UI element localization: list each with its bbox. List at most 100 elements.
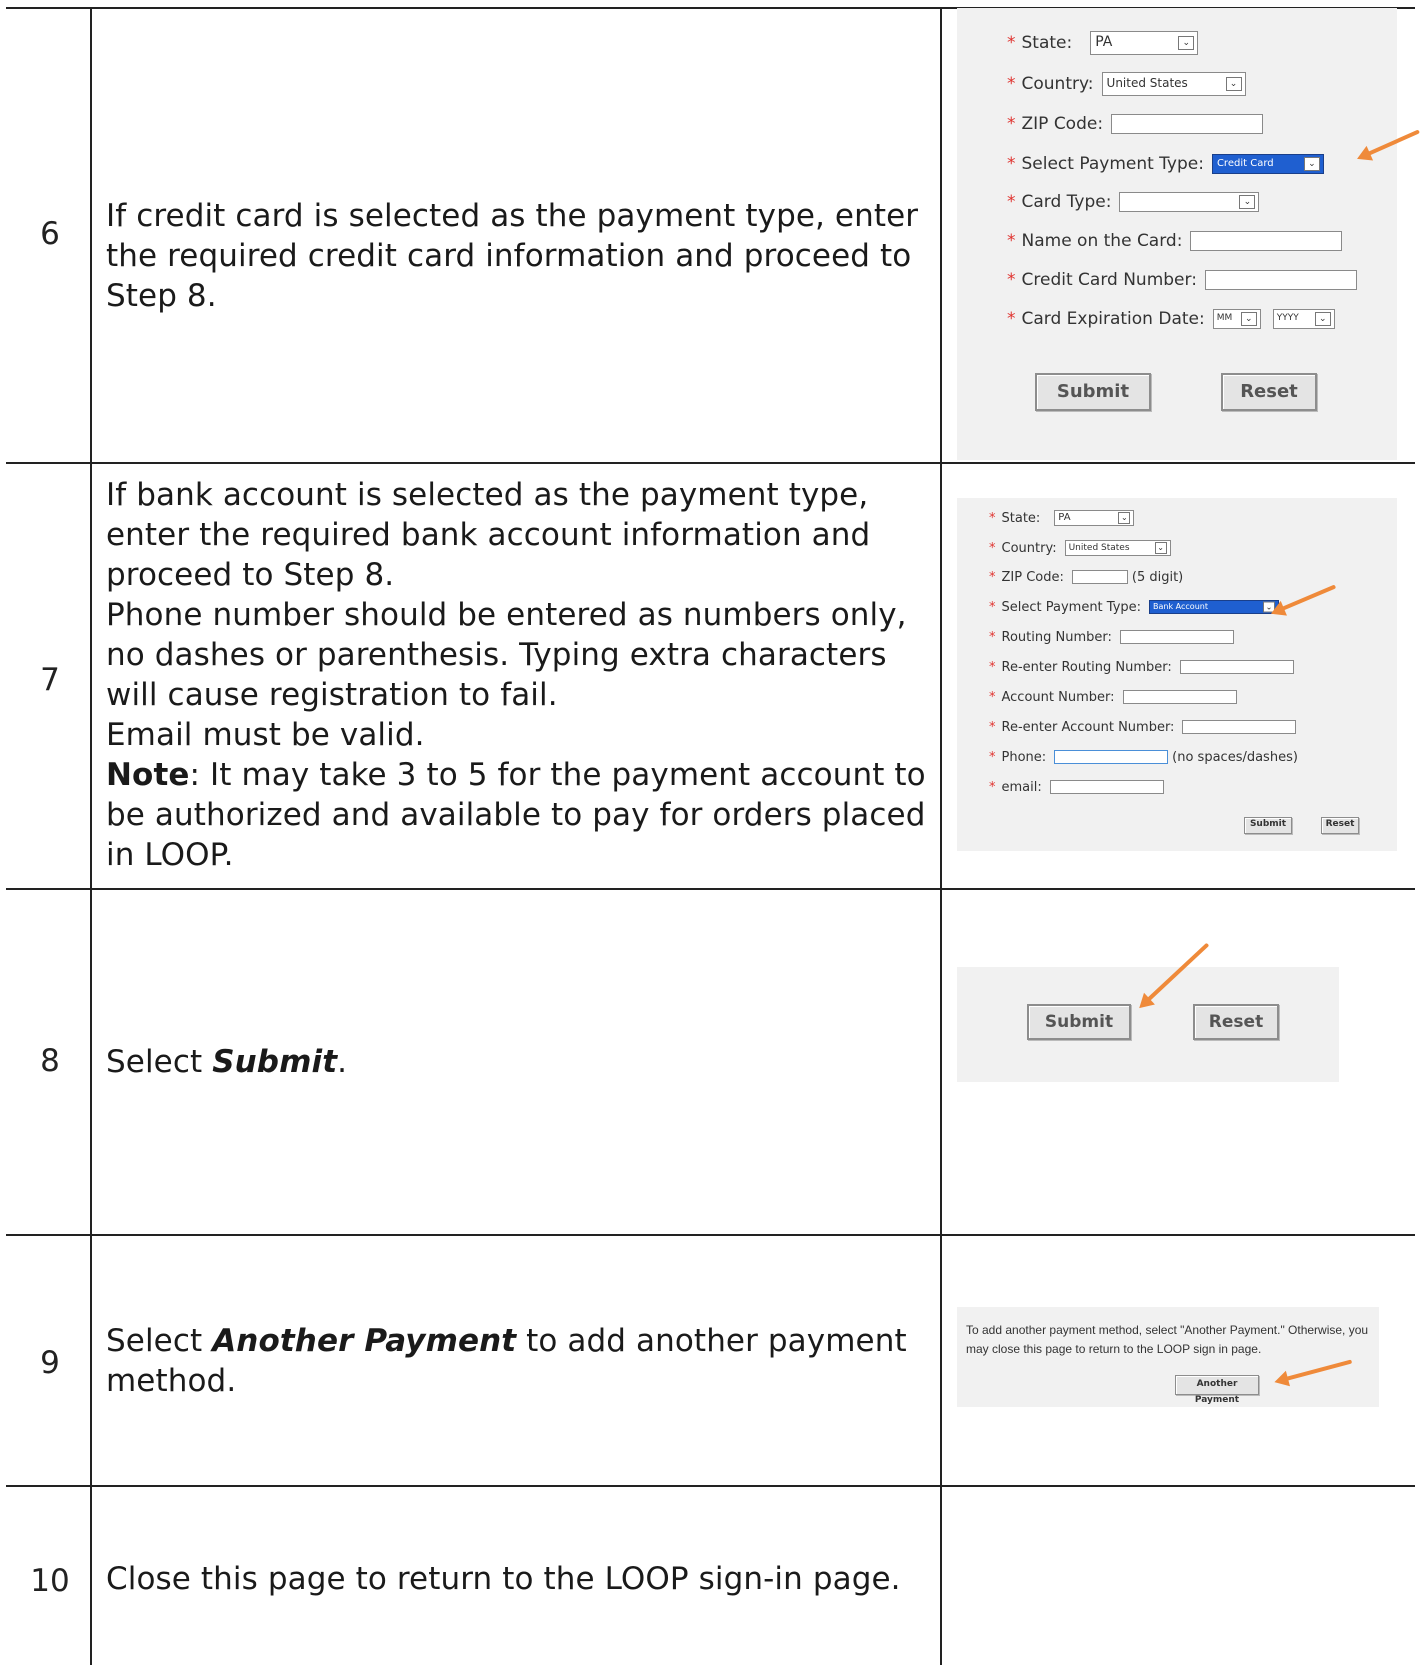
column-divider xyxy=(940,8,942,1665)
step-description: If bank account is selected as the payme… xyxy=(106,475,936,875)
email-label: email: xyxy=(1001,779,1042,795)
account-confirm-row: * Re-enter Account Number: xyxy=(989,718,1297,736)
required-asterisk: * xyxy=(989,749,996,765)
reset-button[interactable]: Reset xyxy=(1193,1004,1279,1040)
name-label: Name on the Card: xyxy=(1021,231,1183,251)
name-row: * Name on the Card: xyxy=(1007,228,1343,254)
expiry-month-value: MM xyxy=(1216,313,1233,323)
payment-type-label: Select Payment Type: xyxy=(1021,154,1204,174)
expiry-year-select[interactable]: YYYY ⌄ xyxy=(1272,309,1335,329)
emphasized-action: Submit xyxy=(212,1044,338,1080)
required-asterisk: * xyxy=(989,719,996,735)
required-asterisk: * xyxy=(1007,309,1016,329)
chevron-down-icon: ⌄ xyxy=(1240,312,1257,326)
expiry-label: Card Expiration Date: xyxy=(1021,309,1205,329)
step-number: 8 xyxy=(40,1043,60,1079)
country-label: Country: xyxy=(1001,540,1057,556)
expiry-month-select[interactable]: MM ⌄ xyxy=(1212,309,1261,329)
zip-label: ZIP Code: xyxy=(1001,569,1064,585)
zip-input[interactable] xyxy=(1071,570,1128,584)
row-divider xyxy=(6,1234,1415,1236)
payment-type-label: Select Payment Type: xyxy=(1001,599,1142,615)
step-text: Select Another Payment to add another pa… xyxy=(106,1321,936,1401)
expiry-year-value: YYYY xyxy=(1276,313,1299,323)
note-text: : It may take 3 to 5 for the payment acc… xyxy=(106,757,926,873)
country-select[interactable]: United States ⌄ xyxy=(1101,72,1246,96)
submit-button[interactable]: Submit xyxy=(1244,817,1292,834)
required-asterisk: * xyxy=(1007,270,1016,290)
email-input[interactable] xyxy=(1049,780,1164,794)
required-asterisk: * xyxy=(989,629,996,645)
phone-input[interactable] xyxy=(1054,750,1169,764)
step-number: 6 xyxy=(40,216,60,252)
country-row: * Country: United States ⌄ xyxy=(989,539,1171,557)
routing-confirm-label: Re-enter Routing Number: xyxy=(1001,659,1172,675)
country-select[interactable]: United States ⌄ xyxy=(1064,540,1171,556)
card-number-row: * Credit Card Number: xyxy=(1007,267,1357,293)
submit-reset-screenshot: Submit Reset xyxy=(957,967,1339,1082)
required-asterisk: * xyxy=(1007,74,1016,94)
state-select[interactable]: PA ⌄ xyxy=(1090,31,1199,55)
another-payment-message: To add another payment method, select "A… xyxy=(966,1323,1369,1356)
submit-button[interactable]: Submit xyxy=(1035,373,1151,411)
card-type-select[interactable]: ⌄ xyxy=(1119,192,1260,212)
chevron-down-icon: ⌄ xyxy=(1118,512,1131,524)
chevron-down-icon: ⌄ xyxy=(1154,542,1167,554)
name-input[interactable] xyxy=(1190,231,1343,251)
required-asterisk: * xyxy=(989,510,996,526)
card-number-input[interactable] xyxy=(1204,270,1357,290)
card-number-label: Credit Card Number: xyxy=(1021,270,1197,290)
step-text-pre: Select xyxy=(106,1044,213,1080)
country-label: Country: xyxy=(1021,74,1094,94)
step-description: If credit card is selected as the paymen… xyxy=(106,196,936,316)
required-asterisk: * xyxy=(1007,154,1016,174)
payment-type-select[interactable]: Bank Account ⌄ xyxy=(1149,600,1280,614)
column-divider xyxy=(90,8,92,1665)
step-text: Close this page to return to the LOOP si… xyxy=(106,1561,901,1597)
another-payment-screenshot: To add another payment method, select "A… xyxy=(957,1307,1379,1407)
expiry-row: * Card Expiration Date: MM ⌄ YYYY ⌄ xyxy=(1007,306,1335,332)
reset-button[interactable]: Reset xyxy=(1221,373,1317,411)
account-input[interactable] xyxy=(1122,690,1237,704)
step-text: If bank account is selected as the payme… xyxy=(106,477,871,593)
chevron-down-icon: ⌄ xyxy=(1178,36,1195,50)
chevron-down-icon: ⌄ xyxy=(1239,195,1256,209)
required-asterisk: * xyxy=(989,599,996,615)
routing-confirm-input[interactable] xyxy=(1179,660,1294,674)
account-confirm-label: Re-enter Account Number: xyxy=(1001,719,1175,735)
chevron-down-icon: ⌄ xyxy=(1225,77,1242,91)
chevron-down-icon: ⌄ xyxy=(1314,312,1331,326)
state-label: State: xyxy=(1001,510,1041,526)
step-text: If credit card is selected as the paymen… xyxy=(106,198,919,314)
step-number: 9 xyxy=(40,1345,60,1381)
step-text: Phone number should be entered as number… xyxy=(106,597,907,713)
required-asterisk: * xyxy=(1007,192,1016,212)
row-divider xyxy=(6,462,1415,464)
step-text-pre: Select xyxy=(106,1323,213,1359)
another-payment-button[interactable]: Another Payment xyxy=(1175,1375,1259,1405)
state-select[interactable]: PA ⌄ xyxy=(1054,510,1135,526)
account-label: Account Number: xyxy=(1001,689,1115,705)
required-asterisk: * xyxy=(1007,33,1016,53)
state-value: PA xyxy=(1095,34,1113,50)
zip-input[interactable] xyxy=(1111,114,1264,134)
step-text-post: . xyxy=(337,1044,348,1080)
step-note: Note: It may take 3 to 5 for the payment… xyxy=(106,755,936,875)
routing-label: Routing Number: xyxy=(1001,629,1112,645)
routing-input[interactable] xyxy=(1119,630,1234,644)
country-value: United States xyxy=(1068,543,1130,553)
country-row: * Country: United States ⌄ xyxy=(1007,71,1246,97)
required-asterisk: * xyxy=(989,569,996,585)
country-value: United States xyxy=(1106,76,1188,90)
required-asterisk: * xyxy=(989,540,996,556)
account-confirm-input[interactable] xyxy=(1182,720,1297,734)
step-description: Close this page to return to the LOOP si… xyxy=(106,1559,936,1599)
chevron-down-icon: ⌄ xyxy=(1303,157,1320,171)
submit-button[interactable]: Submit xyxy=(1027,1004,1131,1040)
credit-card-form-screenshot: * State: PA ⌄ * Country: United States ⌄… xyxy=(957,8,1397,460)
reset-button[interactable]: Reset xyxy=(1321,817,1359,834)
step-description: Select Submit. xyxy=(106,1042,936,1082)
card-type-label: Card Type: xyxy=(1021,192,1112,212)
payment-type-select[interactable]: Credit Card ⌄ xyxy=(1211,154,1324,174)
required-asterisk: * xyxy=(989,689,996,705)
